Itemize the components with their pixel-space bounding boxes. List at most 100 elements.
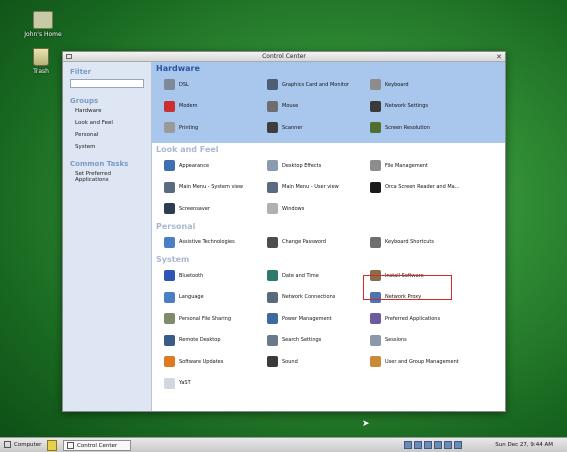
bluetooth-icon [164, 270, 175, 282]
applet-label: Screensaver [179, 205, 210, 212]
window-menu-icon[interactable] [66, 54, 72, 59]
applet-label: Language [179, 294, 204, 301]
filter-input[interactable] [70, 79, 144, 88]
tray-workspace2-icon[interactable] [454, 441, 462, 449]
applet-clock[interactable]: Date and Time [267, 265, 370, 287]
applet-network-connections[interactable]: Network Connections [267, 287, 370, 309]
applet-key[interactable]: Change Password [267, 232, 370, 254]
applet-label: Power Management [282, 315, 332, 322]
applet-label: Search Settings [282, 337, 322, 344]
applet-label: Graphics Card and Monitor [282, 81, 349, 88]
applet-label: Network Settings [385, 103, 428, 110]
applet-label: Mouse [282, 103, 299, 110]
applet-remote-desktop[interactable]: Remote Desktop [164, 330, 267, 352]
windows-icon [267, 203, 278, 215]
scanner-icon [267, 122, 278, 134]
network-connections-icon [267, 291, 278, 303]
tray-network-icon[interactable] [414, 441, 422, 449]
taskbar-control-center-button[interactable]: Control Center [63, 440, 131, 451]
applet-appearance[interactable]: Appearance [164, 155, 267, 177]
applet-users[interactable]: User and Group Management [370, 351, 500, 373]
applet-file-management[interactable]: File Management [370, 155, 500, 177]
tray-update-icon[interactable] [424, 441, 432, 449]
trash-label: Trash [33, 68, 49, 75]
show-desktop-button[interactable] [47, 440, 57, 451]
task-set-preferred-applications[interactable]: Set Preferred Applications [75, 171, 144, 183]
applet-keyboard[interactable]: Keyboard [370, 74, 500, 96]
applet-keyboard-shortcuts[interactable]: Keyboard Shortcuts [370, 232, 500, 254]
key-icon [267, 236, 278, 248]
applet-screen[interactable]: Screen Resolution [370, 117, 500, 139]
applet-label: Appearance [179, 162, 210, 169]
applet-menu-user[interactable]: Main Menu - User view [267, 177, 370, 199]
applet-yast[interactable]: YaST [164, 373, 267, 395]
applet-bluetooth[interactable]: Bluetooth [164, 265, 267, 287]
search-icon [267, 334, 278, 346]
applet-screensaver[interactable]: Screensaver [164, 198, 267, 220]
language-icon [164, 291, 175, 303]
applet-label: Change Password [282, 239, 327, 246]
applet-label: Sessions [385, 337, 407, 344]
preferred-apps-icon [370, 313, 381, 325]
accessibility-icon [164, 236, 175, 248]
applet-label: Desktop Effects [282, 162, 322, 169]
keyboard-icon [370, 79, 381, 91]
applet-preferred-apps[interactable]: Preferred Applications [370, 308, 500, 330]
power-icon [267, 313, 278, 325]
computer-menu-button[interactable]: Computer [4, 440, 41, 451]
personal-grid: Assistive Technologies Change Password Key… [152, 232, 505, 254]
applet-monitor[interactable]: Graphics Card and Monitor [267, 74, 370, 96]
applet-printer[interactable]: Printing [164, 117, 267, 139]
filter-heading: Filter [70, 68, 92, 76]
home-folder-desktop-icon[interactable]: John's Home [21, 11, 65, 38]
content-pane: Hardware DSL Graphics Card and Monitor Key… [152, 62, 505, 411]
hardware-title: Hardware [156, 64, 200, 73]
close-icon[interactable]: ✕ [496, 52, 502, 62]
sidebar-item-look-and-feel[interactable]: Look and Feel [75, 120, 144, 126]
sidebar-item-system[interactable]: System [75, 144, 144, 150]
applet-desktop-effects[interactable]: Desktop Effects [267, 155, 370, 177]
applet-label: Scanner [282, 124, 303, 131]
applet-sound[interactable]: Sound [267, 351, 370, 373]
applet-search[interactable]: Search Settings [267, 330, 370, 352]
applet-scanner[interactable]: Scanner [267, 117, 370, 139]
yast-icon [164, 377, 175, 389]
applet-label: Date and Time [282, 272, 319, 279]
applet-power[interactable]: Power Management [267, 308, 370, 330]
keyboard-shortcuts-icon [370, 236, 381, 248]
sidebar-item-hardware[interactable]: Hardware [75, 108, 144, 114]
applet-network[interactable]: Network Settings [370, 96, 500, 118]
home-label: John's Home [24, 31, 62, 38]
applet-sessions[interactable]: Sessions [370, 330, 500, 352]
clock[interactable]: Sun Dec 27, 9:44 AM [495, 440, 553, 451]
window-titlebar[interactable]: Control Center ✕ [63, 52, 505, 62]
applet-label: Remote Desktop [179, 337, 221, 344]
applet-software-updates[interactable]: Software Updates [164, 351, 267, 373]
applet-label: Printing [179, 124, 199, 131]
applet-label: Orca Screen Reader and Ma... [385, 184, 460, 191]
applet-label: Windows [282, 205, 305, 212]
orca-icon [370, 181, 381, 193]
remote-desktop-icon [164, 334, 175, 346]
trash-desktop-icon[interactable]: Trash [19, 48, 63, 75]
tray-workspace-icon[interactable] [444, 441, 452, 449]
applet-windows[interactable]: Windows [267, 198, 370, 220]
applet-label: Screen Resolution [385, 124, 430, 131]
applet-file-sharing[interactable]: Personal File Sharing [164, 308, 267, 330]
applet-mouse[interactable]: Mouse [267, 96, 370, 118]
applet-dsl[interactable]: DSL [164, 74, 267, 96]
applet-orca[interactable]: Orca Screen Reader and Ma... [370, 177, 500, 199]
dsl-icon [164, 79, 175, 91]
tray-app-icon[interactable] [404, 441, 412, 449]
install-software-highlight [363, 275, 452, 300]
applet-modem[interactable]: Modem [164, 96, 267, 118]
applet-menu-system[interactable]: Main Menu - System view [164, 177, 267, 199]
applet-label: Preferred Applications [385, 315, 441, 322]
modem-icon [164, 100, 175, 112]
applet-label: Modem [179, 103, 198, 110]
sidebar-item-personal[interactable]: Personal [75, 132, 144, 138]
applet-language[interactable]: Language [164, 287, 267, 309]
applet-accessibility[interactable]: Assistive Technologies [164, 232, 267, 254]
desktop-effects-icon [267, 160, 278, 172]
volume-icon[interactable] [434, 441, 442, 449]
